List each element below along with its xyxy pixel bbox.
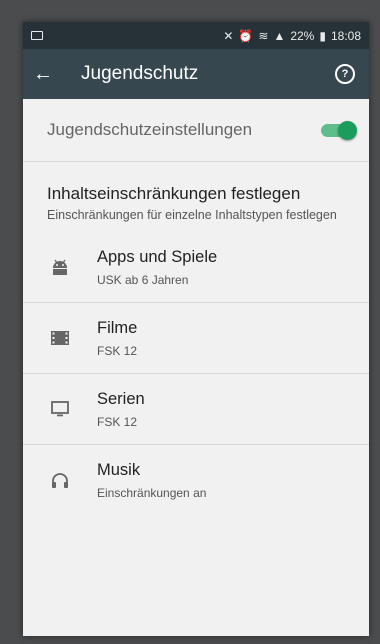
item-title: Filme <box>97 318 138 337</box>
parental-control-label: Jugendschutzeinstellungen <box>47 120 253 139</box>
tv-icon <box>23 401 97 417</box>
battery-icon: ▮ <box>319 28 326 43</box>
android-icon <box>23 259 97 275</box>
section-title: Inhaltseinschränkungen festlegen <box>47 184 301 203</box>
restrictions-section: Inhaltseinschränkungen festlegen Einschr… <box>23 162 369 232</box>
phone-screen: ✕ ⏰ ≋ ▲ 22% ▮ 18:08 ← Jugendschutz ? Jug… <box>23 22 369 636</box>
section-subtitle: Einschränkungen für einzelne Inhaltstype… <box>47 208 337 222</box>
battery-text: 22% <box>290 28 315 43</box>
item-subtitle: Einschränkungen an <box>97 485 207 500</box>
clock: 18:08 <box>330 28 361 43</box>
parental-control-row[interactable]: Jugendschutzeinstellungen <box>23 99 369 162</box>
toolbar: ← Jugendschutz ? <box>23 49 369 99</box>
restriction-list: Apps und Spiele USK ab 6 Jahren Filme FS… <box>23 232 369 515</box>
item-title: Apps und Spiele <box>97 247 218 266</box>
item-title: Serien <box>97 389 145 408</box>
signal-icon: ▲ <box>273 28 286 43</box>
toggle-knob <box>338 121 357 140</box>
item-title: Musik <box>97 460 141 479</box>
item-subtitle: FSK 12 <box>97 414 138 429</box>
wifi-icon: ≋ <box>258 28 269 43</box>
page-title: Jugendschutz <box>81 63 199 84</box>
list-item-apps[interactable]: Apps und Spiele USK ab 6 Jahren <box>23 232 369 303</box>
item-subtitle: USK ab 6 Jahren <box>97 272 189 287</box>
item-subtitle: FSK 12 <box>97 343 138 358</box>
alarm-icon: ⏰ <box>238 28 254 43</box>
list-item-movies[interactable]: Filme FSK 12 <box>23 303 369 374</box>
status-icons: ✕ ⏰ ≋ ▲ 22% ▮ 18:08 <box>223 29 361 43</box>
status-bar: ✕ ⏰ ≋ ▲ 22% ▮ 18:08 <box>23 22 369 49</box>
film-icon <box>23 331 97 345</box>
parental-control-toggle[interactable] <box>321 121 357 140</box>
headphones-icon <box>23 472 97 488</box>
list-item-music[interactable]: Musik Einschränkungen an <box>23 445 369 515</box>
mute-icon: ✕ <box>223 28 234 43</box>
gallery-notification-icon <box>31 31 43 40</box>
help-icon[interactable]: ? <box>335 64 355 84</box>
back-arrow-icon[interactable]: ← <box>33 63 61 86</box>
list-item-series[interactable]: Serien FSK 12 <box>23 374 369 445</box>
